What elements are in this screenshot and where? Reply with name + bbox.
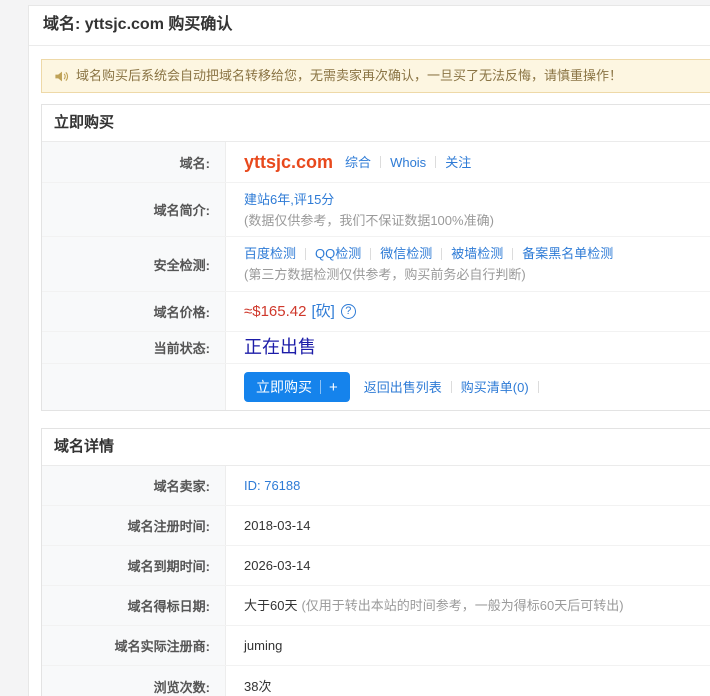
security-row: 安全检测: 百度检测 QQ检测 微信检测 被墙检测 备案黑名单检测 (第三方数据… (42, 237, 710, 292)
separator (451, 381, 452, 393)
bargain-link[interactable]: [砍] (311, 301, 334, 322)
registrar-value: juming (244, 635, 282, 656)
expire-date-value: 2026-03-14 (244, 555, 311, 576)
domain-name: yttsjc.com (244, 152, 333, 173)
add-to-cart-plus[interactable]: + (329, 379, 338, 396)
separator (435, 156, 436, 168)
purchase-notice: 域名购买后系统会自动把域名转移给您，无需卖家再次确认，一旦买了无法反悔，请慎重操… (41, 59, 710, 93)
register-date-label: 域名注册时间: (42, 506, 226, 545)
expire-date-label: 域名到期时间: (42, 546, 226, 585)
status-label: 当前状态: (42, 332, 226, 363)
buy-now-label: 立即购买 (256, 377, 312, 397)
actions-label-empty (42, 364, 226, 410)
wechat-check-link[interactable]: 微信检测 (380, 243, 432, 264)
separator (538, 381, 539, 393)
win-date-note: (仅用于转出本站的时间参考，一般为得标60天后可转出) (301, 595, 623, 616)
domain-label: 域名: (42, 142, 226, 182)
megaphone-icon (54, 69, 69, 84)
registrar-row: 域名实际注册商: juming (42, 626, 710, 666)
intro-row: 域名简介: 建站6年,评15分 (数据仅供参考，我们不保证数据100%准确) (42, 183, 710, 237)
win-date-label: 域名得标日期: (42, 586, 226, 625)
separator (370, 248, 371, 260)
views-label: 浏览次数: (42, 666, 226, 696)
seller-label: 域名卖家: (42, 466, 226, 505)
separator (380, 156, 381, 168)
win-date-row: 域名得标日期: 大于60天 (仅用于转出本站的时间参考，一般为得标60天后可转出… (42, 586, 710, 626)
content-card: 域名: yttsjc.com 购买确认 域名购买后系统会自动把域名转移给您，无需… (28, 5, 710, 696)
button-divider (320, 380, 321, 394)
register-date-row: 域名注册时间: 2018-03-14 (42, 506, 710, 546)
buy-now-button[interactable]: 立即购买 + (244, 372, 350, 402)
card-body: 域名购买后系统会自动把域名转移给您，无需卖家再次确认，一旦买了无法反悔，请慎重操… (29, 59, 710, 696)
status-row: 当前状态: 正在出售 (42, 332, 710, 364)
buy-panel: 立即购买 域名: yttsjc.com 综合 Whois 关注 域名简介: (41, 104, 710, 411)
domain-row: 域名: yttsjc.com 综合 Whois 关注 (42, 142, 710, 183)
actions-row: 立即购买 + 返回出售列表 购买清单(0) (42, 364, 710, 410)
page-title: 域名: yttsjc.com 购买确认 (29, 6, 710, 46)
qq-check-link[interactable]: QQ检测 (315, 243, 361, 264)
views-row: 浏览次数: 38次 (42, 666, 710, 696)
status-value: 正在出售 (244, 337, 316, 358)
register-date-value: 2018-03-14 (244, 515, 311, 536)
security-note: (第三方数据检测仅供参考，购买前务必自行判断) (244, 264, 526, 285)
icp-blacklist-check-link[interactable]: 备案黑名单检测 (522, 243, 613, 264)
buy-panel-title: 立即购买 (42, 105, 710, 142)
separator (512, 248, 513, 260)
detail-panel: 域名详情 域名卖家: ID: 76188 域名注册时间: 2018-03-14 … (41, 428, 710, 696)
intro-label: 域名简介: (42, 183, 226, 236)
separator (305, 248, 306, 260)
separator (441, 248, 442, 260)
whois-link[interactable]: Whois (390, 152, 426, 173)
back-to-list-link[interactable]: 返回出售列表 (364, 377, 442, 398)
price-label: 域名价格: (42, 292, 226, 331)
price-value: ≈$165.42 (244, 301, 306, 322)
cart-link[interactable]: 购买清单(0) (461, 377, 529, 398)
views-value: 38次 (244, 676, 271, 696)
follow-link[interactable]: 关注 (445, 152, 471, 173)
intro-note: (数据仅供参考，我们不保证数据100%准确) (244, 210, 494, 231)
detail-panel-title: 域名详情 (42, 429, 710, 466)
win-date-value: 大于60天 (244, 595, 297, 616)
gfw-check-link[interactable]: 被墙检测 (451, 243, 503, 264)
notice-text: 域名购买后系统会自动把域名转移给您，无需卖家再次确认，一旦买了无法反悔，请慎重操… (76, 68, 622, 84)
price-row: 域名价格: ≈$165.42 [砍] ? (42, 292, 710, 332)
expire-date-row: 域名到期时间: 2026-03-14 (42, 546, 710, 586)
seller-row: 域名卖家: ID: 76188 (42, 466, 710, 506)
domain-overview-link[interactable]: 综合 (345, 152, 371, 173)
baidu-check-link[interactable]: 百度检测 (244, 243, 296, 264)
price-help-icon[interactable]: ? (341, 304, 356, 319)
registrar-label: 域名实际注册商: (42, 626, 226, 665)
security-label: 安全检测: (42, 237, 226, 291)
seller-id-link[interactable]: ID: 76188 (244, 475, 300, 496)
intro-summary[interactable]: 建站6年,评15分 (244, 189, 334, 210)
